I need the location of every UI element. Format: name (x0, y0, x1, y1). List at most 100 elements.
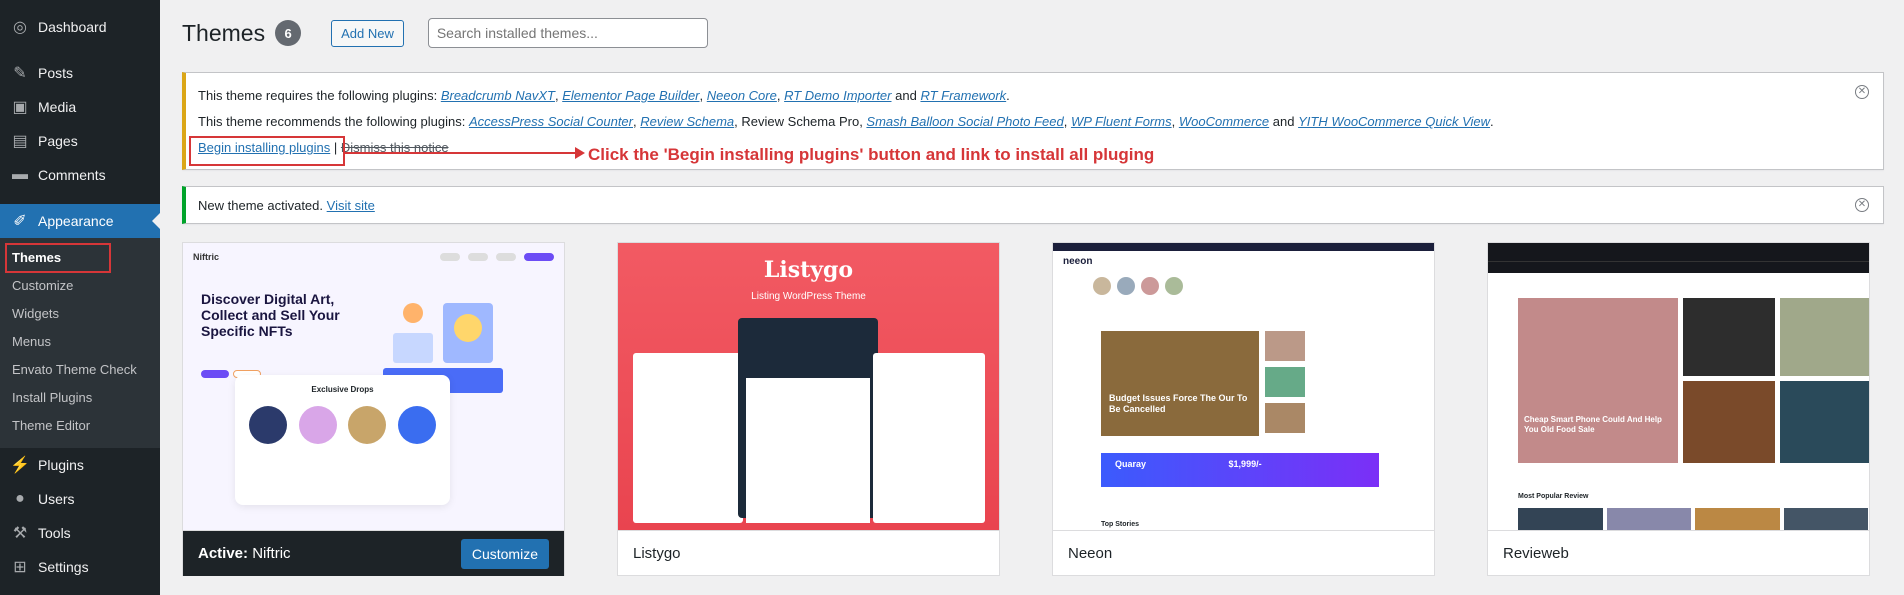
mock-section-title: Most Popular Review (1518, 493, 1589, 500)
add-new-button[interactable]: Add New (331, 19, 404, 47)
menu-users[interactable]: ● Users (0, 482, 160, 516)
menu-label: Plugins (38, 457, 84, 473)
themes-grid: Niftric Discover Digital Art, Collect an… (182, 242, 1870, 576)
menu-label: Comments (38, 167, 106, 183)
theme-screenshot: Cheap Smart Phone Could And Help You Old… (1488, 243, 1869, 530)
pages-icon: ▤ (12, 133, 28, 150)
settings-icon: ⊞ (13, 559, 27, 576)
menu-settings[interactable]: ⊞ Settings (0, 550, 160, 584)
annotation-arrow-icon (345, 147, 585, 159)
theme-name: Listygo (633, 545, 681, 562)
plugin-link[interactable]: Elementor Page Builder (562, 88, 699, 103)
pushpin-icon: ✎ (13, 65, 27, 82)
menu-label: Posts (38, 65, 74, 81)
menu-pages[interactable]: ▤ Pages (0, 124, 160, 158)
active-label: Active: (198, 545, 249, 562)
menu-tools[interactable]: ⚒ Tools (0, 516, 160, 550)
comments-icon: ▬ (12, 166, 28, 183)
recommended-plugins-line: This theme recommends the following plug… (198, 114, 1494, 129)
mock-headline: Budget Issues Force The Our To Be Cancel… (1109, 393, 1248, 414)
submenu-menus[interactable]: Menus (0, 328, 160, 356)
mock-nav: Niftric (183, 247, 564, 267)
close-icon[interactable]: ✕ (1855, 85, 1869, 99)
plugin-link[interactable]: WP Fluent Forms (1071, 114, 1172, 129)
customize-button[interactable]: Customize (460, 538, 549, 569)
mock-tagline: Listing WordPress Theme (751, 291, 866, 302)
menu-label: Pages (38, 133, 78, 149)
mock-logo: Listygo (763, 257, 854, 283)
mock-banner: Quaray $1,999/- (1101, 453, 1379, 487)
menu-plugins[interactable]: ⚡ Plugins (0, 448, 160, 482)
banner-price: $1,999/- (1228, 459, 1262, 469)
close-icon[interactable]: ✕ (1855, 198, 1869, 212)
menu-media[interactable]: ▣ Media (0, 90, 160, 124)
menu-label: Media (38, 99, 77, 115)
wrench-icon: ⚒ (12, 525, 28, 542)
page-title: Themes (182, 19, 266, 46)
menu-comments[interactable]: ▬ Comments (0, 158, 160, 192)
dashboard-icon: ◎ (13, 19, 27, 36)
plugin-link[interactable]: Neeon Core (707, 88, 777, 103)
submenu-envato-theme-check[interactable]: Envato Theme Check (0, 356, 160, 384)
activated-text: New theme activated. (198, 198, 324, 213)
visit-site-link[interactable]: Visit site (327, 198, 375, 213)
recommends-text: This theme recommends the following plug… (198, 114, 466, 129)
theme-footer: Revieweb (1488, 530, 1869, 576)
theme-name: Neeon (1068, 545, 1113, 562)
mock-headline: Discover Digital Art, Collect and Sell Y… (201, 291, 340, 339)
search-themes-input[interactable] (427, 18, 708, 48)
requires-text: This theme requires the following plugin… (198, 88, 438, 103)
plugin-icon: ⚡ (10, 457, 30, 474)
theme-activated-notice: New theme activated. Visit site ✕ (182, 186, 1884, 224)
themes-highlight-box (5, 243, 111, 273)
mock-headline: Cheap Smart Phone Could And Help You Old… (1524, 415, 1662, 434)
menu-posts[interactable]: ✎ Posts (0, 56, 160, 90)
submenu-widgets[interactable]: Widgets (0, 300, 160, 328)
and-text: and (895, 88, 917, 103)
exclusive-drops-card: Exclusive Drops (235, 375, 450, 505)
active-theme-name: Active: Niftric (198, 545, 291, 562)
media-icon: ▣ (12, 99, 28, 116)
plugin-name-text: Review Schema Pro (741, 114, 860, 129)
admin-sidebar: ◎ Dashboard ✎ Posts ▣ Media ▤ Pages ▬ Comment… (0, 0, 160, 595)
plugin-link[interactable]: Breadcrumb NavXT (441, 88, 555, 103)
mock-section-title: Exclusive Drops (311, 385, 374, 394)
menu-dashboard[interactable]: ◎ Dashboard (0, 10, 160, 44)
paintbrush-icon: ✐ (13, 213, 27, 230)
menu-label: Tools (38, 525, 71, 541)
theme-footer: Neeon (1053, 530, 1434, 576)
menu-label: Appearance (38, 213, 114, 229)
theme-screenshot: neeon Budget Issues Force The Our To Be … (1053, 243, 1434, 530)
theme-card-listygo[interactable]: Listygo Listing WordPress Theme Listygo (617, 242, 1000, 576)
theme-card-revieweb[interactable]: Cheap Smart Phone Could And Help You Old… (1487, 242, 1870, 576)
submenu-install-plugins[interactable]: Install Plugins (0, 384, 160, 412)
theme-count-badge: 6 (275, 20, 302, 46)
theme-footer: Listygo (618, 530, 999, 576)
menu-label: Users (38, 491, 75, 507)
banner-title: Quaray (1115, 459, 1147, 469)
plugin-link[interactable]: YITH WooCommerce Quick View (1298, 114, 1490, 129)
mock-nav: neeon (1053, 251, 1434, 271)
plugin-link[interactable]: RT Demo Importer (784, 88, 891, 103)
users-icon: ● (15, 490, 25, 507)
submenu-customize[interactable]: Customize (0, 272, 160, 300)
plugin-link[interactable]: Review Schema (640, 114, 734, 129)
mock-section-title: Top Stories (1101, 521, 1139, 528)
plugin-link[interactable]: RT Framework (920, 88, 1006, 103)
required-plugins-line: This theme requires the following plugin… (198, 88, 1010, 103)
theme-screenshot: Niftric Discover Digital Art, Collect an… (183, 243, 564, 530)
begin-installing-highlight-box (189, 136, 345, 166)
plugin-link[interactable]: WooCommerce (1179, 114, 1269, 129)
main-content: Themes 6 Add New This theme requires the… (160, 0, 1904, 595)
theme-card-niftric[interactable]: Niftric Discover Digital Art, Collect an… (182, 242, 565, 576)
submenu-theme-editor[interactable]: Theme Editor (0, 412, 160, 440)
menu-appearance[interactable]: ✐ Appearance (0, 204, 160, 238)
theme-card-neeon[interactable]: neeon Budget Issues Force The Our To Be … (1052, 242, 1435, 576)
plugin-link[interactable]: AccessPress Social Counter (469, 114, 633, 129)
mock-logo: neeon (1063, 255, 1093, 267)
annotation-text: Click the 'Begin installing plugins' but… (588, 145, 1155, 164)
plugin-link[interactable]: Smash Balloon Social Photo Feed (866, 114, 1063, 129)
menu-label: Dashboard (38, 19, 107, 35)
active-theme-footer: Active: Niftric Customize (183, 530, 564, 576)
page-header: Themes 6 Add New (182, 18, 708, 48)
